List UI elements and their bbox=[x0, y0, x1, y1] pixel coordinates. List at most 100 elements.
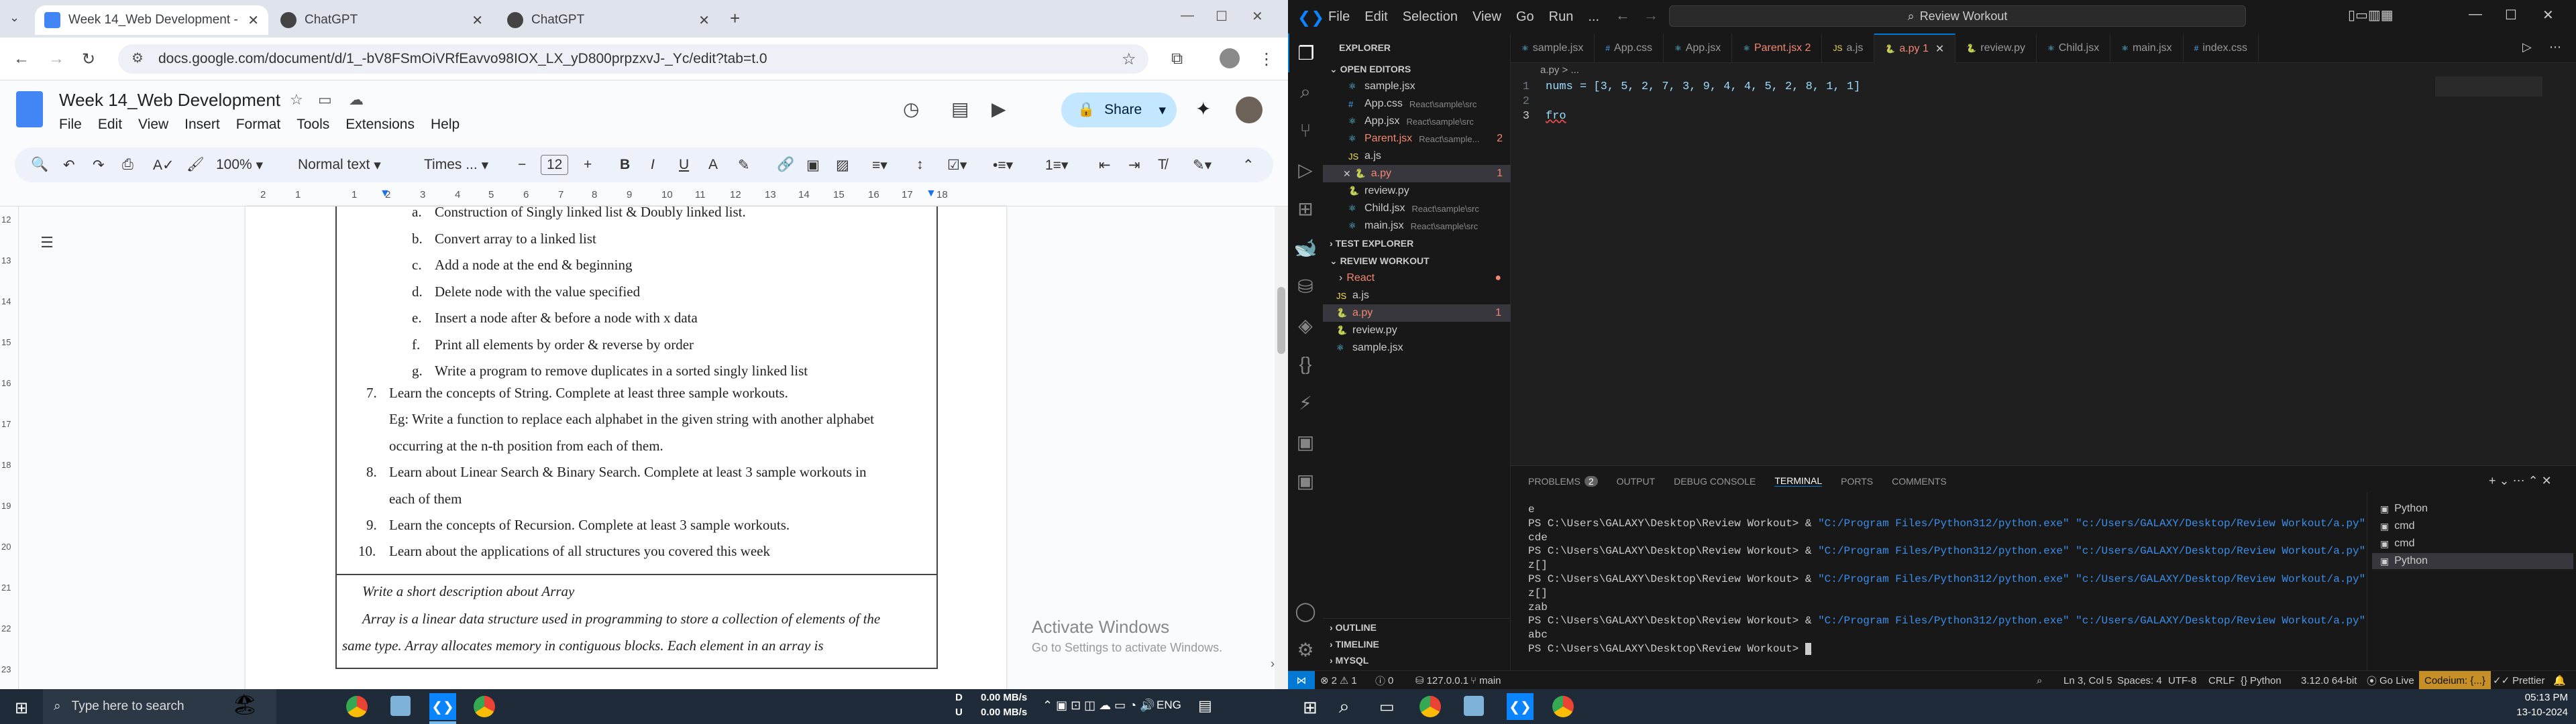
editor-tab[interactable]: 🐍 a.py 1 ✕ bbox=[1874, 33, 1956, 63]
minimize-icon[interactable]: — bbox=[2469, 7, 2482, 22]
editor-tab[interactable]: ⚛ Child.jsx bbox=[2037, 33, 2111, 63]
editor-tab[interactable]: ⚛ Parent.jsx 2 bbox=[1732, 33, 1823, 63]
print-icon[interactable]: ⎙ bbox=[122, 147, 133, 182]
document-page[interactable]: a. Construction of Singly linked list & D… bbox=[246, 204, 1006, 689]
editor-tab[interactable]: ⚛ sample.jsx bbox=[1511, 33, 1595, 63]
command-center-search[interactable]: ⌕ Review Workout bbox=[1669, 5, 2246, 27]
tab-search-icon[interactable]: ⌄ bbox=[9, 11, 28, 27]
account-icon[interactable]: ◯ bbox=[1288, 591, 1323, 630]
vscode-taskbar-icon[interactable]: ❮❯ bbox=[429, 693, 456, 720]
notifications-icon[interactable]: 🔔 bbox=[2553, 671, 2566, 690]
editing-mode-icon[interactable]: ✎▾ bbox=[1193, 147, 1212, 182]
right-indent-marker-icon[interactable]: ▼ bbox=[926, 188, 936, 200]
add-comment-icon[interactable]: ▣ bbox=[806, 147, 820, 182]
terminal-instance[interactable]: ▣ cmd bbox=[2372, 536, 2573, 552]
panel-tab[interactable]: PORTS bbox=[1841, 476, 1873, 487]
numbered-list-icon[interactable]: 1≡▾ bbox=[1045, 147, 1068, 182]
font-select[interactable]: Times ... ▾ bbox=[424, 147, 488, 182]
search-menus-icon[interactable]: 🔍 bbox=[31, 147, 48, 182]
stack-icon[interactable]: ◈ bbox=[1288, 306, 1323, 345]
breadcrumb[interactable]: a.py > ... bbox=[1540, 64, 1579, 76]
undo-icon[interactable]: ↶ bbox=[63, 147, 75, 182]
indentation[interactable]: Spaces: 4 bbox=[2117, 671, 2162, 690]
remote-indicator-icon[interactable]: ⋈ bbox=[1288, 671, 1315, 690]
panel-tab[interactable]: OUTPUT bbox=[1617, 476, 1656, 487]
increase-indent-icon[interactable]: ⇥ bbox=[1128, 147, 1140, 182]
panel-tab[interactable]: COMMENTS bbox=[1892, 476, 1947, 487]
move-folder-icon[interactable]: ▭ bbox=[318, 91, 332, 109]
vscode-menu-item[interactable]: Edit bbox=[1364, 9, 1387, 25]
file-item[interactable]: JS a.js bbox=[1323, 287, 1511, 304]
scrollbar-thumb[interactable] bbox=[1277, 287, 1285, 354]
star-icon[interactable]: ☆ bbox=[290, 91, 303, 109]
bulleted-list-icon[interactable]: •≡▾ bbox=[993, 147, 1013, 182]
explorer-icon[interactable]: ❐ bbox=[1288, 34, 1323, 72]
task-view-icon[interactable]: ▭ bbox=[1379, 697, 1395, 717]
close-icon[interactable]: ✕ bbox=[472, 12, 483, 29]
bold-icon[interactable]: B bbox=[620, 147, 630, 182]
chrome-window-taskbar-icon[interactable] bbox=[474, 696, 495, 717]
menu-view[interactable]: View bbox=[138, 117, 168, 133]
json-icon[interactable]: {} bbox=[1288, 345, 1323, 383]
outline-toggle-icon[interactable]: ☰ bbox=[32, 228, 62, 257]
document-title[interactable]: Week 14_Web Development bbox=[59, 90, 280, 111]
open-editor-item[interactable]: ✕ 🐍 a.py 1 bbox=[1323, 165, 1511, 182]
thunder-icon[interactable]: ⚡ bbox=[1288, 383, 1323, 422]
layout-icons[interactable]: ▯▭▥▦ bbox=[2348, 7, 2394, 23]
clock-date[interactable]: 13-10-2024 bbox=[2514, 707, 2568, 718]
workspace-header[interactable]: ⌄ REVIEW WORKOUT bbox=[1323, 252, 1511, 269]
code-editor[interactable]: a.py > ... 1 nums = [3, 5, 2, 7, 3, 9, 4,… bbox=[1511, 63, 2576, 465]
run-debug-icon[interactable]: ▷ bbox=[1288, 150, 1323, 189]
file-item[interactable]: 🐍 review.py bbox=[1323, 322, 1511, 339]
vscode-menu-item[interactable]: View bbox=[1472, 9, 1501, 25]
collapse-side-panel-icon[interactable]: › bbox=[1271, 657, 1289, 676]
chrome-taskbar-icon[interactable] bbox=[346, 696, 368, 717]
open-editor-item[interactable]: ⚛ main.jsx React\sample\src bbox=[1323, 217, 1511, 235]
windows-start-icon[interactable]: ⊞ bbox=[15, 699, 28, 718]
line-spacing-icon[interactable]: ↕ bbox=[916, 147, 924, 182]
panel-actions[interactable]: + ⌄ ⋯ ⌃ ✕ bbox=[2489, 474, 2552, 488]
open-editors-header[interactable]: ⌄ OPEN EDITORS bbox=[1323, 60, 1511, 78]
paint-format-icon[interactable]: 🖌 bbox=[186, 147, 205, 182]
editor-tab[interactable]: ⚛ main.jsx bbox=[2110, 33, 2184, 63]
checklist-icon[interactable]: ☑▾ bbox=[947, 147, 967, 182]
problems-status[interactable]: ⊗ 2 ⚠ 1 bbox=[1320, 671, 1357, 690]
collapse-menus-icon[interactable]: ⌃ bbox=[1242, 147, 1254, 182]
notification-center-icon[interactable]: ▤ bbox=[1198, 697, 1212, 715]
search-icon[interactable]: ⌕ bbox=[1339, 696, 1350, 718]
chrome-tab-chatgpt-1[interactable]: ChatGPT ✕ bbox=[271, 5, 492, 35]
underline-icon[interactable]: U bbox=[679, 147, 689, 182]
align-icon[interactable]: ≡▾ bbox=[872, 147, 888, 182]
user-avatar[interactable] bbox=[1236, 97, 1263, 123]
file-explorer-icon[interactable] bbox=[390, 696, 411, 716]
indent-marker-icon[interactable]: ▼ bbox=[380, 188, 390, 200]
menu-format[interactable]: Format bbox=[236, 117, 281, 133]
zoom-select[interactable]: 100% ▾ bbox=[216, 147, 263, 182]
minimize-icon[interactable]: — bbox=[1181, 8, 1194, 23]
editor-tab[interactable]: # index.css bbox=[2184, 33, 2259, 63]
back-icon[interactable]: ← bbox=[1615, 7, 1630, 24]
open-editor-item[interactable]: ⚛ sample.jsx bbox=[1323, 78, 1511, 95]
font-size-field[interactable]: 12 bbox=[541, 147, 569, 182]
meet-icon[interactable]: ▶ bbox=[991, 98, 1006, 120]
redo-icon[interactable]: ↷ bbox=[93, 147, 105, 182]
forward-icon[interactable]: → bbox=[48, 50, 64, 68]
file-item[interactable]: 🐍 a.py 1 bbox=[1323, 304, 1511, 322]
terminal-icon[interactable]: ▣ bbox=[1288, 422, 1323, 461]
terminal-instance[interactable]: ▣ Python bbox=[2372, 553, 2573, 569]
forward-icon[interactable]: → bbox=[1644, 7, 1658, 24]
close-icon[interactable]: ✕ bbox=[1343, 168, 1351, 180]
style-select[interactable]: Normal text ▾ bbox=[298, 147, 381, 182]
insert-image-icon[interactable]: ▨ bbox=[836, 147, 849, 182]
file-item[interactable]: ⚛ sample.jsx bbox=[1323, 339, 1511, 357]
text-color-icon[interactable]: A bbox=[708, 147, 718, 182]
menu-extensions[interactable]: Extensions bbox=[345, 117, 415, 133]
zoom-icon[interactable]: ⌕ bbox=[2037, 671, 2042, 690]
editor-tab[interactable]: ⚛ App.jsx bbox=[1664, 33, 1733, 63]
language-mode[interactable]: {} Python bbox=[2241, 671, 2282, 690]
gemini-icon[interactable]: ✦ bbox=[1195, 98, 1211, 120]
new-tab-icon[interactable]: + bbox=[730, 8, 740, 29]
reload-icon[interactable]: ↻ bbox=[82, 50, 95, 69]
encoding[interactable]: UTF-8 bbox=[2168, 671, 2197, 690]
menu-insert[interactable]: Insert bbox=[184, 117, 220, 133]
